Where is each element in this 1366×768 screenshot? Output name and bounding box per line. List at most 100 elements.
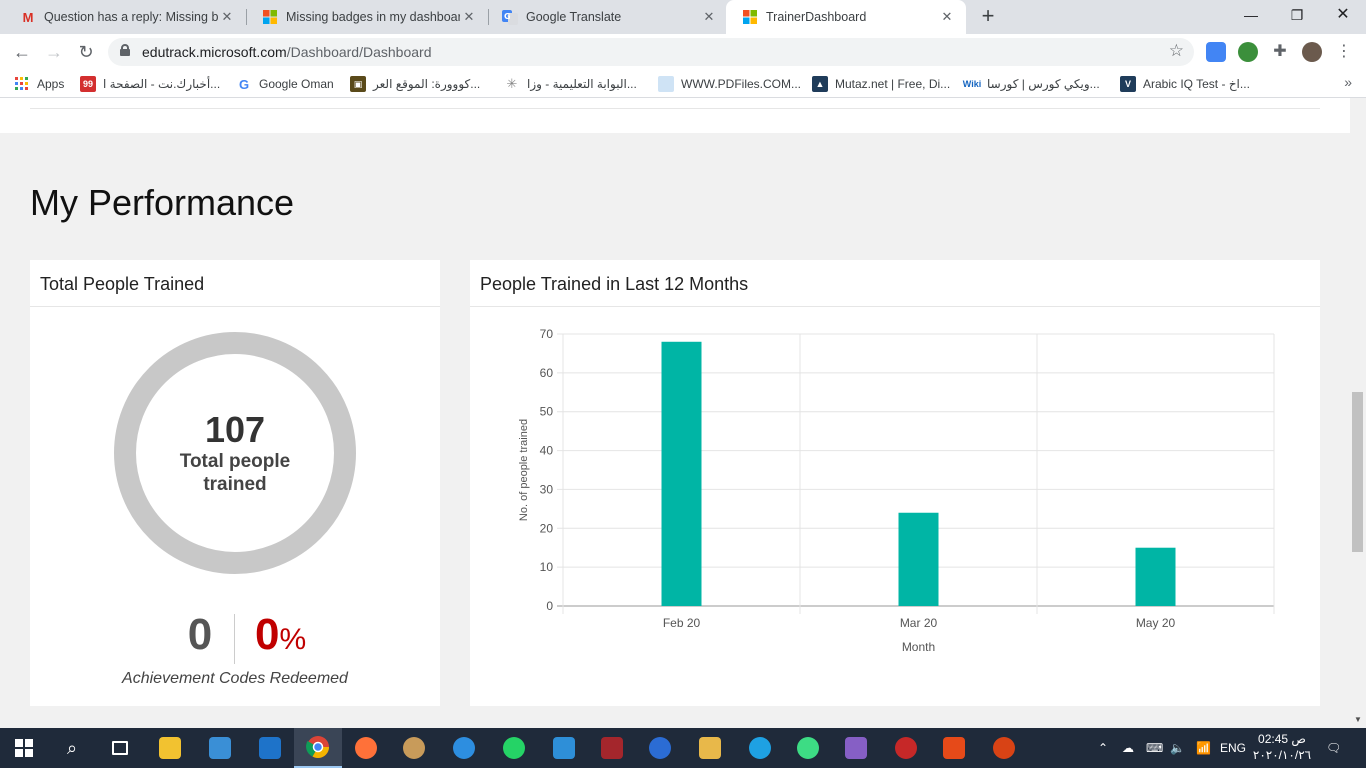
ccleaner-icon[interactable] bbox=[980, 728, 1028, 768]
close-icon[interactable]: ✕ bbox=[218, 9, 236, 25]
wiki-icon: Wiki bbox=[962, 79, 982, 89]
close-icon[interactable]: ✕ bbox=[938, 9, 956, 25]
mail-icon[interactable] bbox=[246, 728, 294, 768]
x-tick-label: May 20 bbox=[1136, 616, 1176, 630]
maps-pin-icon[interactable] bbox=[784, 728, 832, 768]
y-tick-label: 50 bbox=[540, 405, 554, 419]
menu-kebab-icon[interactable]: ⋮ bbox=[1334, 42, 1354, 62]
close-icon[interactable]: ✕ bbox=[460, 9, 478, 25]
people-trained-bar-chart: 0 10 20 30 40 50 60 70 Feb 20 Mar 20 May 20 Month No… bbox=[518, 327, 1275, 654]
bookmark-label: كووورة: الموقع العر... bbox=[373, 77, 481, 91]
bookmark-wiki-course[interactable]: Wiki ويكي كورس | كورسا... bbox=[962, 75, 1100, 93]
browser-toolbar: ← → ↻ edutrack.microsoft.com/Dashboard/D… bbox=[0, 34, 1366, 70]
bookmark-edu-portal[interactable]: ✳ البوابة التعليمية - وزا... bbox=[504, 75, 637, 93]
onedrive-icon[interactable]: ☁ bbox=[1122, 728, 1134, 768]
bookmark-star-icon[interactable]: ☆ bbox=[1169, 41, 1184, 61]
divider bbox=[30, 108, 1320, 109]
visual-studio-icon[interactable] bbox=[832, 728, 880, 768]
tab-google-translate[interactable]: G Google Translate ✕ bbox=[486, 0, 728, 34]
bookmark-label: البوابة التعليمية - وزا... bbox=[527, 77, 637, 91]
google-icon: G bbox=[238, 76, 250, 92]
bookmark-label: ويكي كورس | كورسا... bbox=[987, 77, 1100, 91]
whatsapp-icon[interactable] bbox=[490, 728, 538, 768]
total-count: 107 bbox=[204, 409, 266, 450]
x-axis-title: Month bbox=[902, 640, 935, 654]
codes-redeemed-percent: 0% bbox=[255, 610, 306, 660]
bookmark-mutaz[interactable]: ▲ Mutaz.net | Free, Di... bbox=[812, 75, 950, 93]
tab-title: TrainerDashboard bbox=[766, 10, 867, 24]
url-host: edutrack.microsoft.com bbox=[142, 44, 287, 60]
tab-missing-badges[interactable]: Missing badges in my dashboard ✕ bbox=[246, 0, 488, 34]
y-tick-label: 70 bbox=[540, 327, 554, 341]
forward-button[interactable]: → bbox=[42, 40, 66, 64]
scroll-down-arrow-icon[interactable]: ▼ bbox=[1354, 715, 1362, 724]
task-view-icon[interactable] bbox=[96, 728, 144, 768]
url-path: /Dashboard/Dashboard bbox=[286, 44, 432, 60]
y-tick-label: 60 bbox=[540, 366, 554, 380]
tab-trainer-dashboard[interactable]: TrainerDashboard ✕ bbox=[726, 0, 966, 34]
top-strip bbox=[0, 98, 1350, 133]
translate-icon: G bbox=[502, 9, 518, 25]
keyboard-icon[interactable]: ⌨ bbox=[1146, 728, 1163, 768]
total-trained-card: Total People Trained 107 Total people tr… bbox=[30, 260, 440, 706]
network-icon[interactable]: 📶 bbox=[1196, 728, 1211, 768]
notifications-icon[interactable]: 🗨 bbox=[1326, 728, 1341, 768]
close-window-button[interactable]: ✕ bbox=[1320, 0, 1366, 30]
internet-explorer-icon[interactable] bbox=[736, 728, 784, 768]
globe-extension-icon[interactable] bbox=[1238, 42, 1258, 62]
new-tab-button[interactable]: + bbox=[976, 4, 1000, 28]
profile-avatar[interactable] bbox=[1302, 42, 1322, 62]
clock-time: 02:45 ص bbox=[1258, 732, 1306, 746]
reload-button[interactable]: ↻ bbox=[74, 40, 98, 64]
total-label: Total people trained bbox=[179, 451, 291, 495]
bookmark-apps[interactable]: Apps bbox=[14, 75, 64, 93]
tray-overflow-icon[interactable]: ⌃ bbox=[1098, 728, 1108, 768]
antivirus-icon[interactable] bbox=[882, 728, 930, 768]
tab-gmail[interactable]: M Question has a reply: Missing badges ✕ bbox=[4, 0, 246, 34]
bookmark-akhbarak[interactable]: 99 أخبارك.نت - الصفحة ا... bbox=[80, 75, 220, 93]
chrome-logo bbox=[306, 736, 329, 758]
tab-title: Question has a reply: Missing badges bbox=[44, 10, 218, 24]
address-bar[interactable]: edutrack.microsoft.com/Dashboard/Dashboa… bbox=[108, 38, 1194, 66]
package-icon[interactable] bbox=[686, 728, 734, 768]
access-icon[interactable] bbox=[588, 728, 636, 768]
control-panel-icon[interactable] bbox=[196, 728, 244, 768]
file-explorer-icon[interactable] bbox=[146, 728, 194, 768]
office-icon[interactable] bbox=[930, 728, 978, 768]
cd-burner-icon[interactable] bbox=[636, 728, 684, 768]
back-button[interactable]: ← bbox=[10, 40, 34, 64]
x-tick-label: Feb 20 bbox=[663, 616, 701, 630]
chrome-icon[interactable] bbox=[294, 728, 342, 768]
close-icon[interactable]: ✕ bbox=[700, 9, 718, 25]
scrollbar-thumb[interactable] bbox=[1352, 392, 1363, 552]
bookmark-pdfiles[interactable]: WWW.PDFiles.COM... bbox=[658, 75, 801, 93]
page-scrollbar[interactable]: ▼ bbox=[1350, 98, 1366, 728]
codes-redeemed-count: 0 bbox=[187, 610, 213, 659]
page-content: My Performance Total People Trained 107 … bbox=[0, 98, 1350, 728]
y-tick-label: 30 bbox=[540, 482, 554, 496]
paint-icon[interactable] bbox=[390, 728, 438, 768]
restore-button[interactable]: ❐ bbox=[1274, 0, 1320, 30]
clock[interactable]: 02:45 ص ٢٠٢٠/١٠/٢٦ bbox=[1252, 731, 1312, 763]
translate-extension-icon[interactable] bbox=[1206, 42, 1226, 62]
bookmark-google-oman[interactable]: G Google Oman bbox=[236, 75, 334, 93]
calculator-icon[interactable] bbox=[540, 728, 588, 768]
windows-taskbar: ⌕ ⌃ ☁ ⌨ 🔈 📶 ENG 02:45 ص ٢٠٢٠/١٠/٢٦ 🗨 bbox=[0, 728, 1366, 768]
minimize-button[interactable]: — bbox=[1228, 0, 1274, 30]
bookmark-kooora[interactable]: ▣ كووورة: الموقع العر... bbox=[350, 75, 480, 93]
sync-icon[interactable] bbox=[440, 728, 488, 768]
extensions-puzzle-icon[interactable]: ✚ bbox=[1270, 42, 1290, 62]
codes-caption: Achievement Codes Redeemed bbox=[122, 670, 348, 687]
language-indicator[interactable]: ENG bbox=[1220, 728, 1246, 768]
bookmark-label: WWW.PDFiles.COM... bbox=[681, 77, 801, 91]
search-icon[interactable]: ⌕ bbox=[48, 728, 96, 768]
firefox-icon[interactable] bbox=[342, 728, 390, 768]
y-tick-label: 0 bbox=[546, 599, 553, 613]
bookmark-arabic-iq[interactable]: V Arabic IQ Test - اخ... bbox=[1120, 75, 1250, 93]
volume-icon[interactable]: 🔈 bbox=[1170, 728, 1185, 768]
bookmarks-overflow-icon[interactable]: » bbox=[1344, 74, 1352, 90]
page-title: My Performance bbox=[30, 182, 295, 223]
start-button[interactable] bbox=[0, 728, 48, 768]
codes-row: 0 0% bbox=[30, 610, 440, 666]
y-tick-label: 40 bbox=[540, 444, 554, 458]
